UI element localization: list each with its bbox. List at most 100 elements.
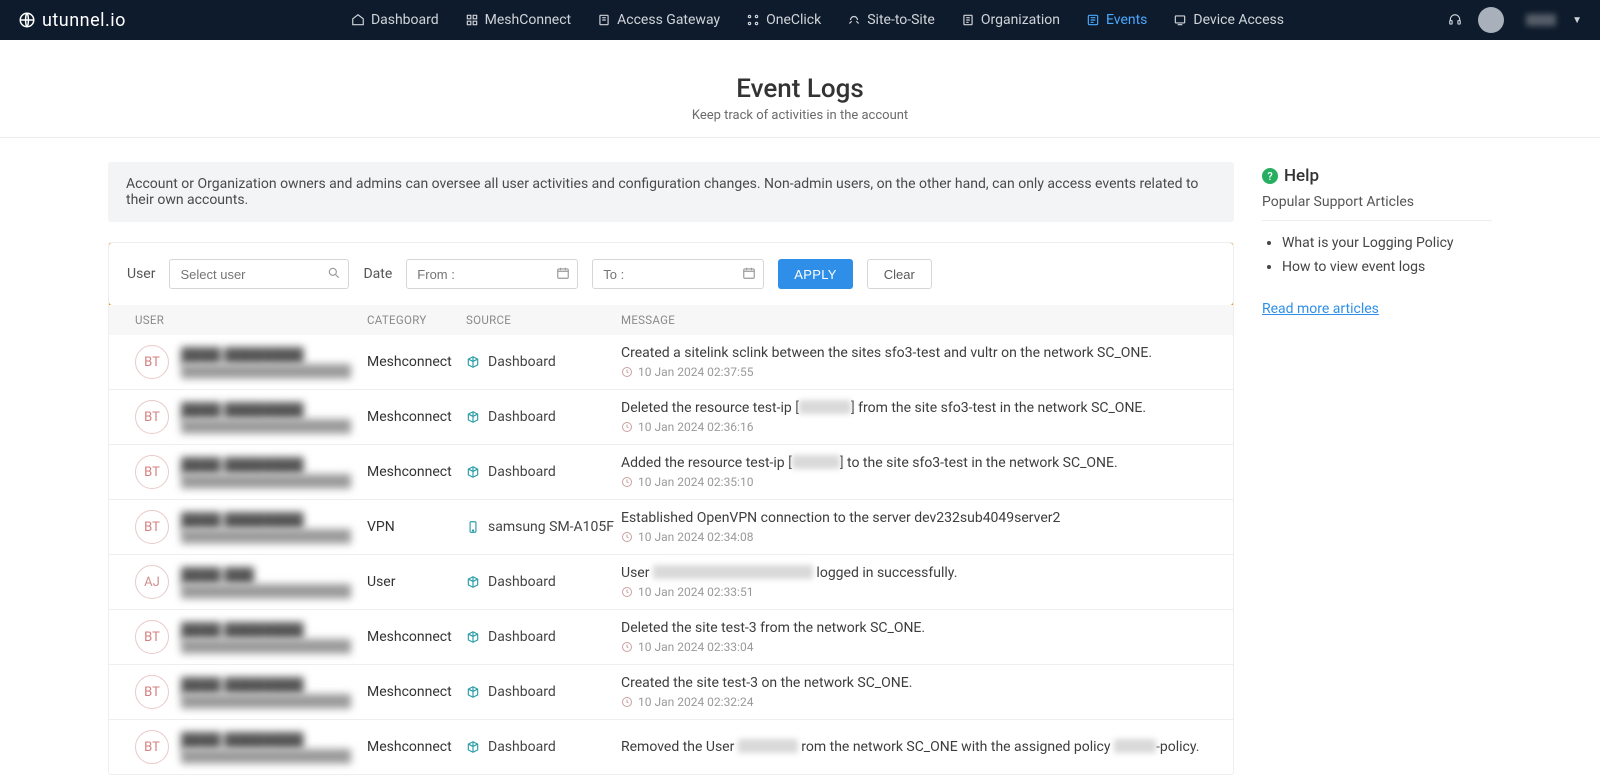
help-subtitle: Popular Support Articles [1262,194,1492,221]
user-name: ████ ████████ [181,347,351,364]
table-row: BT████ ████████████████████████████Meshc… [109,444,1233,499]
user-filter-label: User [127,266,155,282]
timestamp: 10 Jan 2024 02:37:55 [621,365,1207,379]
cell-message: Removed the User rom the network SC_ONE … [621,739,1207,755]
user-email: ████████████████████ [181,529,351,543]
table-row: BT ████ ████████████████████████████ Meshc… [109,719,1233,774]
user-name-blurred [1526,14,1556,26]
user-badge: BT [135,510,169,544]
table-row: BT████ ████████████████████████████Meshc… [109,664,1233,719]
timestamp: 10 Jan 2024 02:33:51 [621,585,1207,599]
nav-icon [351,13,365,27]
nav-oneclick[interactable]: OneClick [746,12,821,28]
cell-category: Meshconnect [367,354,466,370]
headset-icon[interactable] [1448,13,1462,27]
user-badge: BT [135,400,169,434]
cell-source: Dashboard [466,464,621,480]
user-avatar[interactable] [1478,7,1504,33]
cell-source: Dashboard [466,574,621,590]
cell-category: Meshconnect [367,739,466,755]
timestamp: 10 Jan 2024 02:33:04 [621,640,1207,654]
help-link[interactable]: What is your Logging Policy [1282,235,1492,251]
col-message: MESSAGE [621,313,1207,327]
user-email: ████████████████████ [181,639,351,653]
user-email: ████████████████████ [181,419,351,433]
user-badge: AJ [135,565,169,599]
nav-events[interactable]: Events [1086,12,1147,28]
cell-category: Meshconnect [367,409,466,425]
table-header: USER CATEGORY SOURCE MESSAGE [109,305,1233,335]
apply-button[interactable]: APPLY [778,259,852,289]
cell-source: Dashboard [466,354,621,370]
filter-bar: User Date [108,242,1234,308]
cell-category: Meshconnect [367,684,466,700]
info-banner: Account or Organization owners and admin… [108,162,1234,222]
col-source: SOURCE [466,313,621,327]
nav-site-to-site[interactable]: Site-to-Site [847,12,935,28]
user-name: ████ ████████ [181,457,351,474]
nav-icon [597,13,611,27]
table-row: AJ████ ███████████████████████UserDashbo… [109,554,1233,609]
timestamp: 10 Jan 2024 02:35:10 [621,475,1207,489]
cell-message: Created a sitelink sclink between the si… [621,345,1207,379]
cell-source: Dashboard [466,684,621,700]
nav-meshconnect[interactable]: MeshConnect [465,12,571,28]
user-badge: BT [135,345,169,379]
user-email: ████████████████████ [181,749,351,763]
col-user: USER [135,313,367,327]
cell-category: VPN [367,519,466,535]
user-email: ████████████████████ [181,694,351,708]
date-to-input[interactable] [592,259,764,289]
help-sidebar: ? Help Popular Support Articles What is … [1262,162,1492,775]
cell-source: Dashboard [466,629,621,645]
calendar-icon[interactable] [742,266,756,284]
user-name: ████ ████████ [181,512,351,529]
help-link[interactable]: How to view event logs [1282,259,1492,275]
user-email: ████████████████████ [181,364,351,378]
user-select-input[interactable] [169,259,349,289]
user-name: ████ ████████ [181,732,351,749]
table-row: BT ████ ████████████████████████████ VPNsa… [109,499,1233,554]
clock-icon [621,366,633,378]
nav-icon [465,13,479,27]
cell-source: Dashboard [466,739,621,755]
top-nav: utunnel.io Dashboard MeshConnect Access Ga… [0,0,1600,40]
user-name: ████ ███ [181,567,351,584]
read-more-link[interactable]: Read more articles [1262,301,1379,317]
cell-category: Meshconnect [367,629,466,645]
cell-message: Added the resource test-ip [] to the sit… [621,455,1207,489]
user-badge: BT [135,730,169,764]
events-card: User Date [108,242,1234,775]
nav-right: ▼ [1448,7,1582,33]
clear-button[interactable]: Clear [867,259,932,289]
globe-icon [18,11,36,29]
table-row: BT ████ ████████████████████████████ Meshc… [109,335,1233,389]
nav-icon [961,13,975,27]
timestamp: 10 Jan 2024 02:32:24 [621,695,1207,709]
cell-source: samsung SM-A105F [466,519,621,535]
date-filter-label: Date [363,266,392,282]
page-title: Event Logs [0,74,1600,104]
nav-device-access[interactable]: Device Access [1173,12,1284,28]
search-icon[interactable] [327,266,341,284]
cell-message: User logged in successfully.10 Jan 2024 … [621,565,1207,599]
cell-message: Deleted the site test-3 from the network… [621,620,1207,654]
nav-access-gateway[interactable]: Access Gateway [597,12,720,28]
user-email: ████████████████████ [181,584,351,598]
brand-text: utunnel.io [42,10,126,31]
clock-icon [621,476,633,488]
col-category: CATEGORY [367,313,466,327]
calendar-icon[interactable] [556,266,570,284]
nav-dashboard[interactable]: Dashboard [351,12,439,28]
help-heading: ? Help [1262,166,1492,186]
date-from-input[interactable] [406,259,578,289]
chevron-down-icon[interactable]: ▼ [1572,15,1582,26]
cell-category: Meshconnect [367,464,466,480]
brand-logo[interactable]: utunnel.io [18,10,126,31]
table-row: BT ████ ████████████████████████████ Meshc… [109,389,1233,444]
clock-icon [621,696,633,708]
user-name: ████ ████████ [181,402,351,419]
cell-message: Established OpenVPN connection to the se… [621,510,1207,544]
clock-icon [621,531,633,543]
nav-organization[interactable]: Organization [961,12,1060,28]
